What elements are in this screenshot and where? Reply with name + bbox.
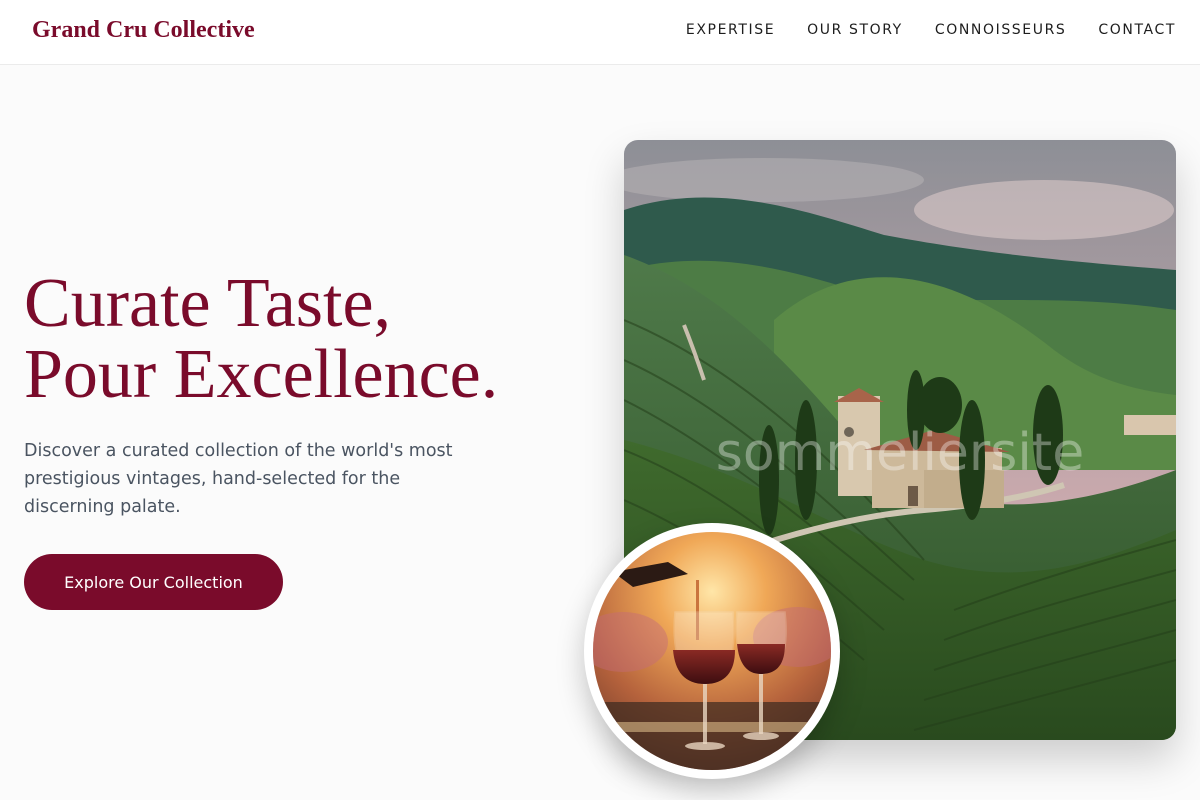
wine-glasses-image-frame bbox=[584, 523, 840, 779]
explore-collection-button[interactable]: Explore Our Collection bbox=[24, 554, 283, 610]
watermark-text: sommeliersite bbox=[716, 423, 1084, 483]
hero-headline-line-1: Curate Taste, bbox=[24, 265, 392, 342]
hero-headline: Curate Taste, Pour Excellence. bbox=[24, 268, 498, 410]
nav-link-expertise[interactable]: EXPERTISE bbox=[686, 22, 775, 38]
top-navigation-bar: Grand Cru Collective EXPERTISE OUR STORY… bbox=[0, 0, 1200, 65]
hero-description: Discover a curated collection of the wor… bbox=[24, 441, 453, 517]
nav-link-connoisseurs[interactable]: CONNOISSEURS bbox=[935, 22, 1067, 38]
hero-headline-line-2: Pour Excellence. bbox=[24, 336, 499, 413]
main-nav: EXPERTISE OUR STORY CONNOISSEURS CONTACT bbox=[686, 22, 1176, 38]
wine-glasses-illustration bbox=[593, 532, 831, 770]
brand-logo[interactable]: Grand Cru Collective bbox=[32, 17, 255, 44]
nav-link-our-story[interactable]: OUR STORY bbox=[807, 22, 903, 38]
nav-link-contact[interactable]: CONTACT bbox=[1098, 22, 1176, 38]
wine-glasses-image bbox=[593, 532, 831, 770]
